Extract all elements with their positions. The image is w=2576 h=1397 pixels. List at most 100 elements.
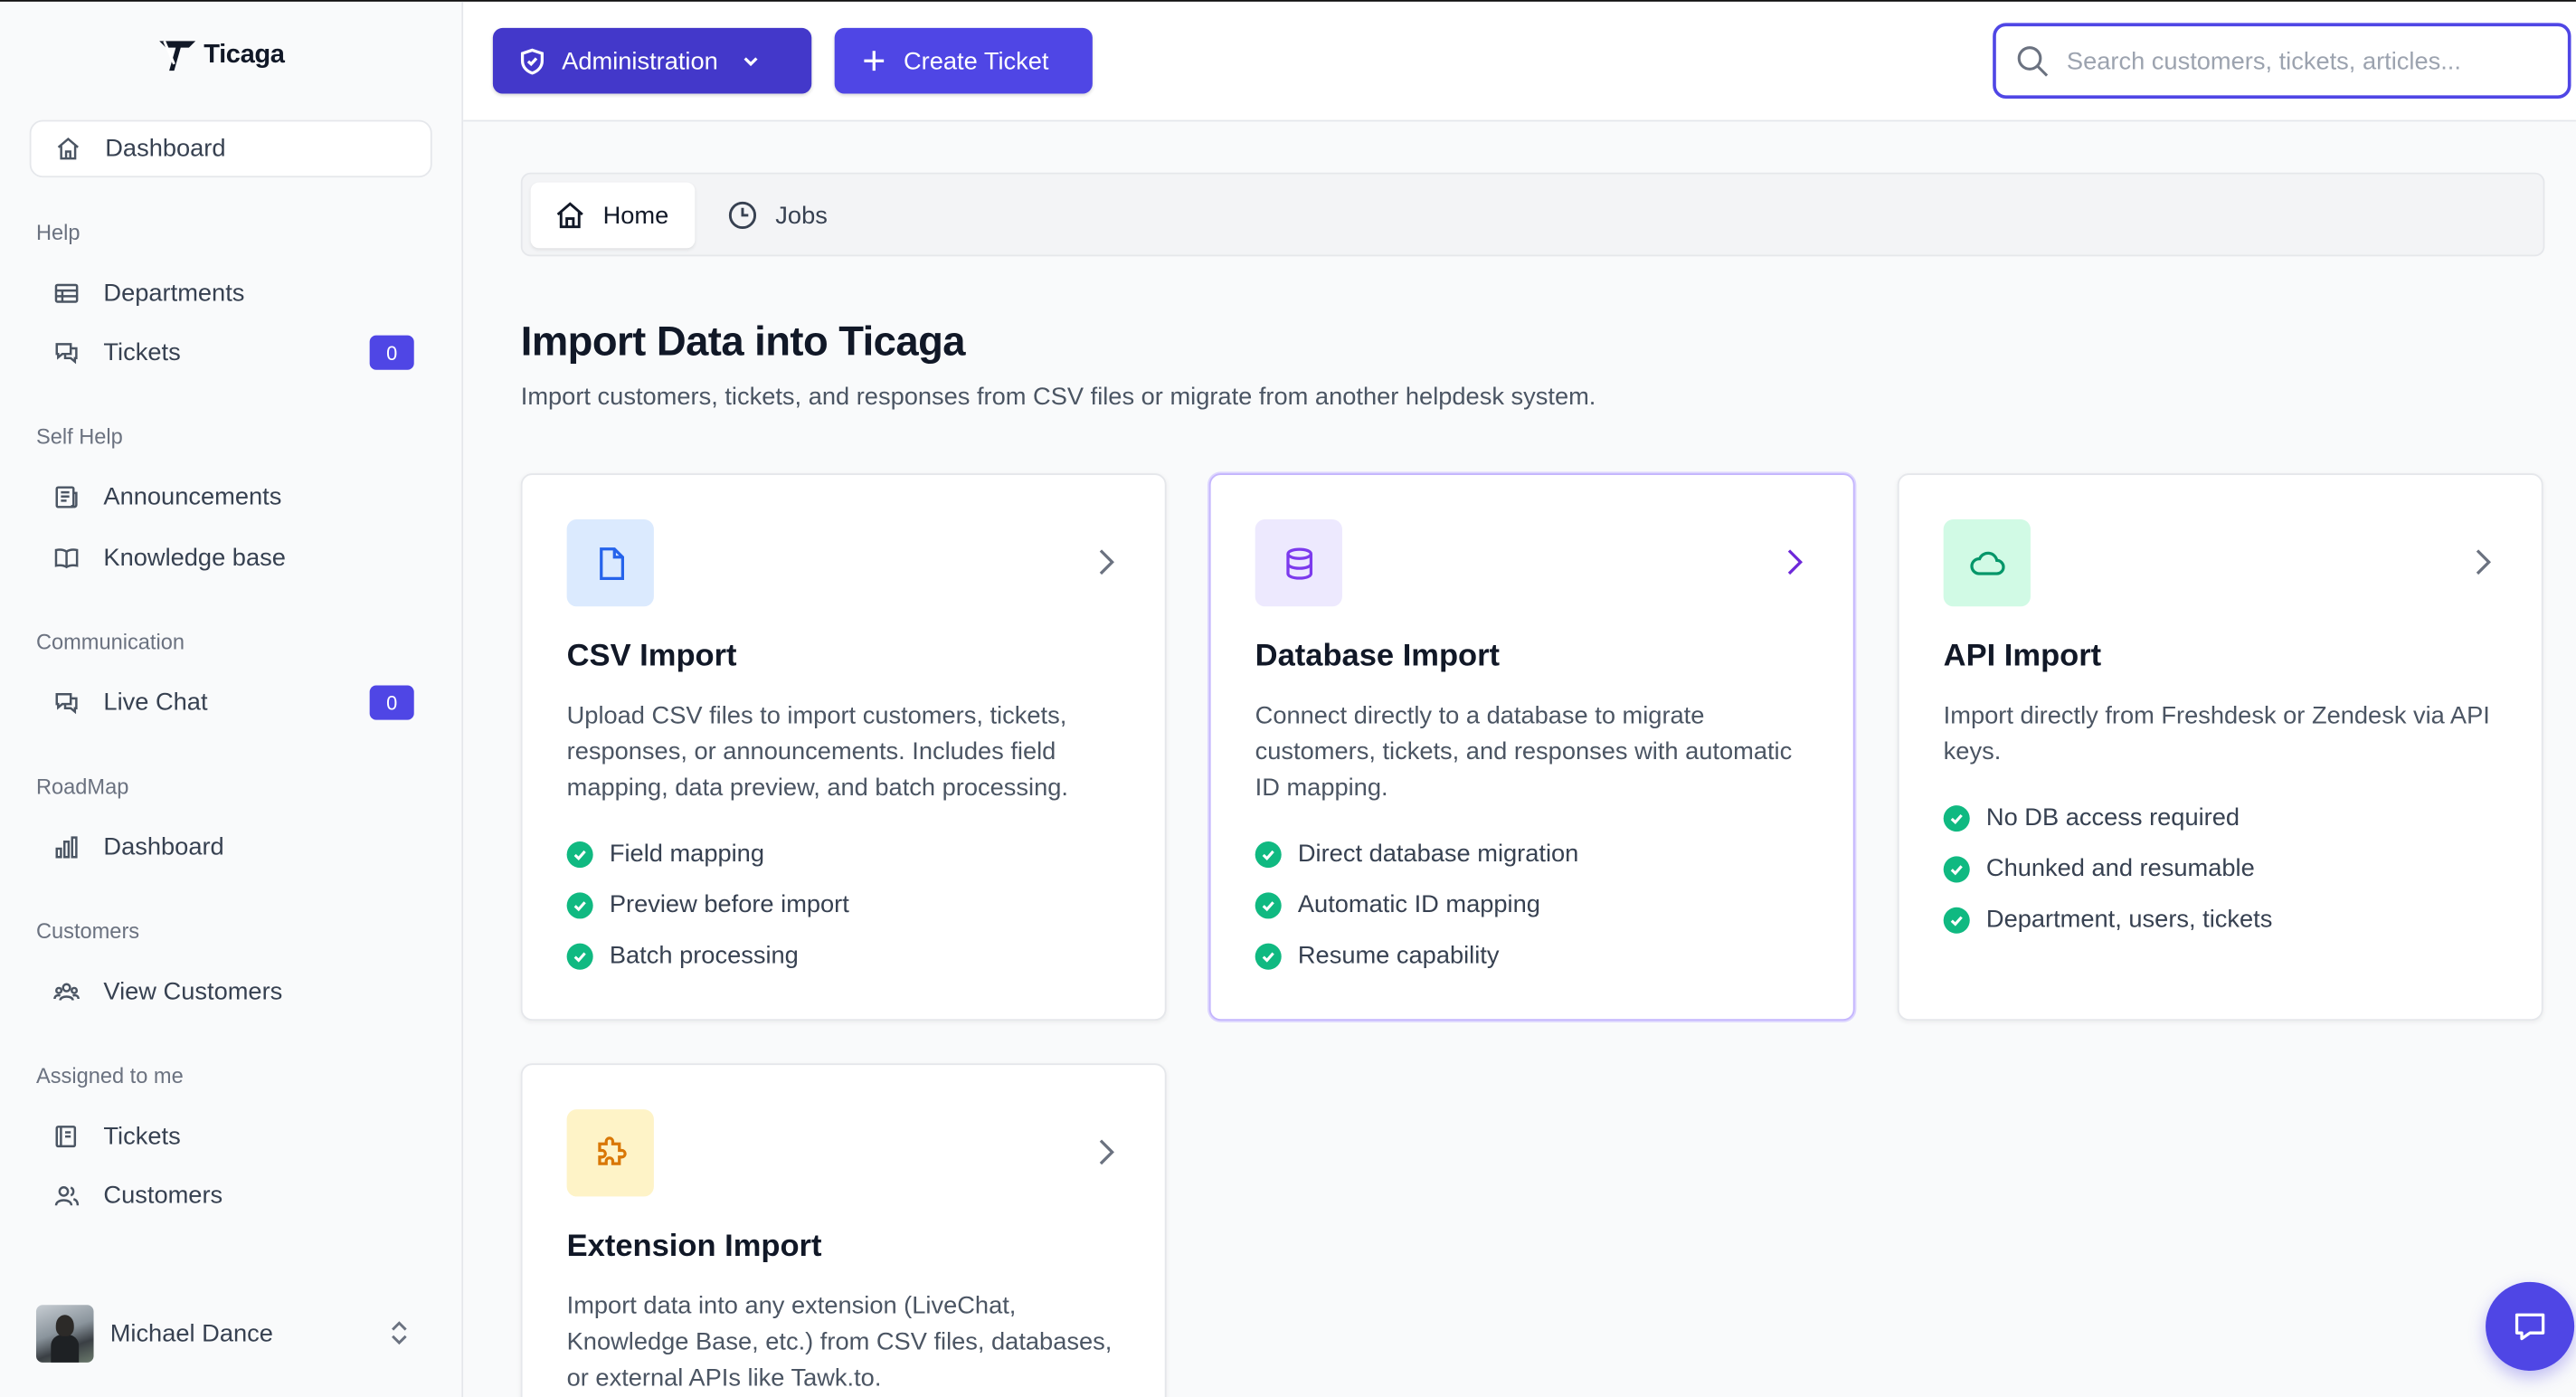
feature-label: Direct database migration [1297, 840, 1579, 869]
chevron-right-icon[interactable] [1095, 547, 1115, 577]
user-menu[interactable]: Michael Dance [35, 1305, 414, 1363]
ticaga-logo-icon [159, 40, 196, 71]
ticket-book-icon [55, 1125, 77, 1147]
search-box[interactable] [1993, 23, 2571, 99]
feature-label: Department, users, tickets [1985, 905, 2273, 934]
check-circle-icon [566, 942, 593, 969]
user-name: Michael Dance [109, 1319, 273, 1348]
feature-item: No DB access required [1943, 803, 2240, 832]
card-icon-container [566, 519, 654, 607]
api-import-card[interactable]: API Import Import directly from Freshdes… [1897, 473, 2543, 1022]
logo-text: Ticaga [204, 41, 285, 70]
check-circle-icon [1255, 891, 1282, 918]
section-title-customers: Customers [35, 918, 140, 944]
sidebar-item-live-chat[interactable]: Live Chat 0 [52, 680, 414, 723]
sidebar-item-departments[interactable]: Departments [52, 271, 414, 314]
card-description: Import data into any extension (LiveChat… [566, 1291, 1113, 1392]
feature-item: Preview before import [566, 890, 849, 919]
database-icon [1285, 546, 1312, 579]
sidebar-item-assigned-tickets[interactable]: Tickets [52, 1115, 414, 1157]
feature-item: Automatic ID mapping [1255, 890, 1540, 919]
check-circle-icon [566, 841, 593, 868]
feature-label: Chunked and resumable [1985, 854, 2255, 883]
cloud-icon [1969, 550, 2004, 575]
card-title: API Import [1943, 639, 2102, 674]
tab-label: Jobs [775, 201, 828, 230]
sidebar-item-view-customers[interactable]: View Customers [52, 970, 414, 1012]
live-chat-button[interactable] [2486, 1281, 2575, 1371]
create-ticket-label: Create Ticket [903, 46, 1049, 75]
avatar [35, 1305, 94, 1363]
check-circle-icon [1943, 906, 1970, 933]
chevron-right-icon[interactable] [2473, 547, 2493, 577]
sidebar-item-label: Departments [103, 278, 245, 307]
feature-item: Field mapping [566, 840, 764, 869]
section-title-help: Help [35, 220, 80, 245]
sidebar-item-label: Tickets [103, 337, 181, 366]
card-description: Import directly from Freshdesk or Zendes… [1943, 701, 2490, 766]
card-title: CSV Import [566, 639, 737, 674]
tab-bar: Home Jobs [520, 172, 2545, 257]
section-title-self-help: Self Help [35, 423, 123, 449]
shield-check-icon [520, 47, 545, 74]
chevron-down-icon [743, 57, 758, 67]
sidebar-item-label: Dashboard [103, 832, 224, 860]
card-title: Extension Import [566, 1229, 822, 1264]
feature-label: Field mapping [609, 840, 764, 869]
sidebar-item-knowledge-base[interactable]: Knowledge base [52, 536, 414, 578]
chat-bubbles-icon [55, 692, 78, 714]
table-icon [54, 282, 79, 302]
create-ticket-button[interactable]: Create Ticket [834, 27, 1093, 94]
card-description: Upload CSV files to import customers, ti… [566, 701, 1068, 803]
feature-label: Preview before import [609, 890, 849, 919]
card-icon-container [1255, 519, 1342, 607]
plus-icon [864, 51, 885, 71]
sidebar-item-label: Tickets [103, 1121, 181, 1150]
sidebar-item-roadmap-dashboard[interactable]: Dashboard [52, 825, 414, 868]
feature-label: Automatic ID mapping [1297, 890, 1540, 919]
search-icon [2017, 45, 2049, 76]
chevron-right-icon[interactable] [1785, 547, 1804, 577]
logo[interactable]: Ticaga [157, 38, 285, 74]
sidebar-item-dashboard[interactable]: Dashboard [29, 119, 432, 178]
chat-bubbles-icon [55, 342, 78, 364]
feature-label: Resume capability [1297, 941, 1500, 970]
card-icon-container [1943, 519, 2031, 607]
page-title: Import Data into Ticaga [520, 318, 966, 366]
sidebar-item-assigned-customers[interactable]: Customers [52, 1174, 414, 1216]
sidebar-item-label: Dashboard [105, 134, 226, 163]
tab-jobs[interactable]: Jobs [703, 183, 850, 249]
tab-home[interactable]: Home [530, 182, 696, 249]
extension-import-card[interactable]: Extension Import Import data into any ex… [520, 1063, 1167, 1397]
feature-label: Batch processing [609, 941, 799, 970]
check-circle-icon [1943, 855, 1970, 882]
puzzle-icon [597, 1136, 626, 1164]
sidebar-item-announcements[interactable]: Announcements [52, 475, 414, 518]
check-circle-icon [1943, 804, 1970, 832]
home-icon [57, 137, 79, 160]
chevron-right-icon[interactable] [1095, 1137, 1115, 1167]
sidebar-item-label: Knowledge base [103, 543, 286, 572]
topbar: Administration Create Ticket [463, 1, 2576, 122]
sidebar-item-tickets[interactable]: Tickets 0 [52, 330, 414, 373]
card-title: Database Import [1255, 639, 1501, 674]
search-input[interactable] [2066, 46, 2543, 75]
open-book-icon [54, 547, 79, 568]
database-import-card[interactable]: Database Import Connect directly to a da… [1208, 473, 1855, 1022]
newspaper-icon [55, 485, 78, 508]
clock-icon [728, 201, 757, 230]
user-group-icon [53, 982, 80, 1000]
chevron-up-down-icon [392, 1321, 407, 1345]
feature-item: Resume capability [1255, 941, 1500, 970]
live-chat-count-badge: 0 [369, 685, 414, 720]
check-circle-icon [1255, 942, 1282, 969]
check-circle-icon [566, 891, 593, 918]
csv-import-card[interactable]: CSV Import Upload CSV files to import cu… [520, 473, 1167, 1022]
sidebar: Ticaga Dashboard Help Departments Ticket… [0, 1, 464, 1397]
sidebar-item-label: Live Chat [103, 688, 208, 717]
tickets-count-badge: 0 [369, 335, 414, 370]
sidebar-item-label: Customers [103, 1181, 223, 1210]
feature-item: Department, users, tickets [1943, 905, 2273, 934]
administration-button[interactable]: Administration [492, 27, 812, 94]
section-title-assigned: Assigned to me [35, 1063, 184, 1088]
